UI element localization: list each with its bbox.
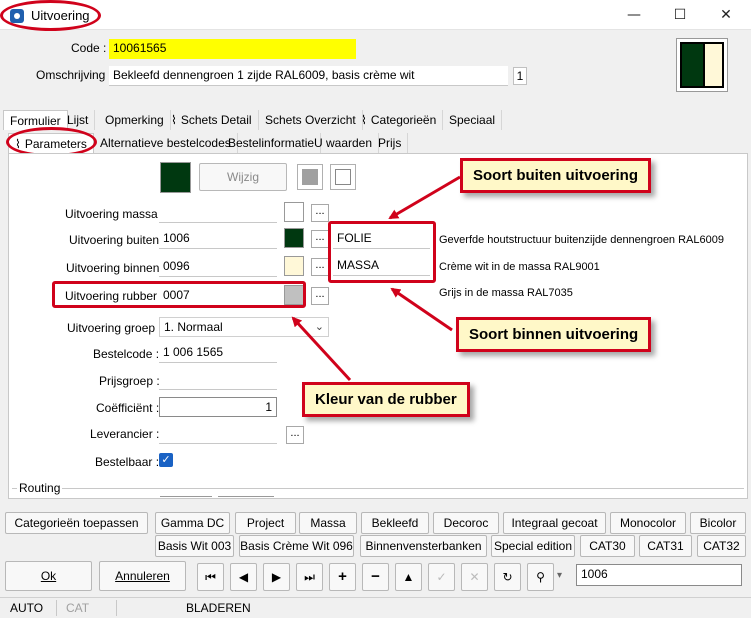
status-divider [56, 600, 57, 616]
search-button[interactable]: ⚲ [527, 563, 554, 591]
callout-buiten: Soort buiten uitvoering [460, 158, 651, 193]
project-button[interactable]: Project [235, 512, 296, 534]
basis-creme-wit-096-button[interactable]: Basis Crème Wit 096 [239, 535, 354, 557]
categorieen-toepassen-button[interactable]: Categorieën toepassen [5, 512, 148, 534]
cancel-icon: ✕ [469, 570, 480, 584]
search-dropdown-icon[interactable]: ▾ [557, 570, 562, 581]
basis-wit-003-button[interactable]: Basis Wit 003 [155, 535, 234, 557]
annuleren-button[interactable]: Annuleren [99, 561, 186, 591]
bicolor-button[interactable]: Bicolor [690, 512, 746, 534]
cat30-button[interactable]: CAT30 [580, 535, 635, 557]
next-record-button[interactable]: ▶ [263, 563, 290, 591]
status-auto: AUTO [10, 601, 44, 615]
confirm-record-button[interactable]: ✓ [428, 563, 455, 591]
up-icon: ▲ [402, 570, 415, 584]
arrow-rubber [291, 316, 352, 382]
add-record-button[interactable]: + [329, 563, 356, 591]
status-divider [116, 600, 117, 616]
first-icon: ⏮ [205, 570, 216, 584]
gamma-dc-button[interactable]: Gamma DC [155, 512, 230, 534]
last-record-button[interactable]: ⏭ [296, 563, 323, 591]
first-record-button[interactable]: ⏮ [197, 563, 224, 591]
ok-label: Ok [40, 569, 57, 583]
confirm-icon: ✓ [436, 570, 447, 584]
edit-record-button[interactable]: ▲ [395, 563, 422, 591]
status-bar: AUTO CAT BLADEREN [0, 597, 751, 618]
last-icon: ⏭ [304, 570, 315, 584]
cat31-button[interactable]: CAT31 [639, 535, 692, 557]
callout-binnen: Soort binnen uitvoering [456, 317, 652, 352]
callout-rubber: Kleur van de rubber [302, 382, 470, 417]
massa-button[interactable]: Massa [299, 512, 357, 534]
next-icon: ▶ [271, 570, 282, 584]
binnenvensterbanken-button[interactable]: Binnenvensterbanken [360, 535, 487, 557]
binoculars-icon: ⚲ [536, 570, 545, 584]
arrow-buiten [388, 175, 461, 220]
prev-record-button[interactable]: ◀ [230, 563, 257, 591]
annuleren-label: Annuleren [115, 569, 170, 583]
ok-button[interactable]: Ok [5, 561, 92, 591]
bekleefd-button[interactable]: Bekleefd [361, 512, 429, 534]
refresh-button[interactable]: ↻ [494, 563, 521, 591]
special-edition-button[interactable]: Special edition [491, 535, 575, 557]
status-cat: CAT [66, 601, 90, 615]
decoroc-button[interactable]: Decoroc [433, 512, 499, 534]
status-mode: BLADEREN [186, 601, 251, 615]
remove-icon: − [371, 568, 380, 585]
cancel-record-button[interactable]: ✕ [461, 563, 488, 591]
monocolor-button[interactable]: Monocolor [610, 512, 686, 534]
prev-icon: ◀ [238, 570, 249, 584]
delete-record-button[interactable]: − [362, 563, 389, 591]
arrow-binnen [390, 287, 453, 332]
integraal-gecoat-button[interactable]: Integraal gecoat [503, 512, 606, 534]
cat32-button[interactable]: CAT32 [697, 535, 746, 557]
refresh-icon: ↻ [502, 570, 513, 584]
search-input[interactable]: 1006 [576, 564, 742, 586]
add-icon: + [338, 568, 347, 585]
